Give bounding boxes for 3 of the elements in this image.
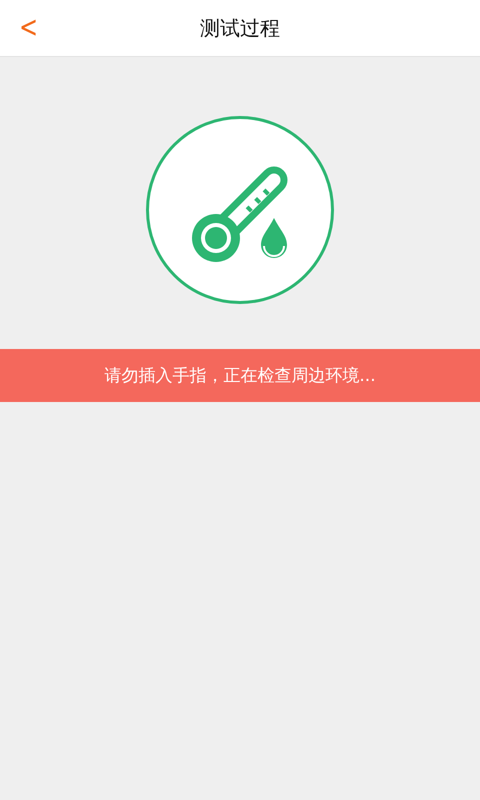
status-message: 请勿插入手指，正在检查周边环境... <box>104 365 376 387</box>
back-button[interactable]: < <box>16 10 41 46</box>
page-title: 测试过程 <box>200 14 280 42</box>
